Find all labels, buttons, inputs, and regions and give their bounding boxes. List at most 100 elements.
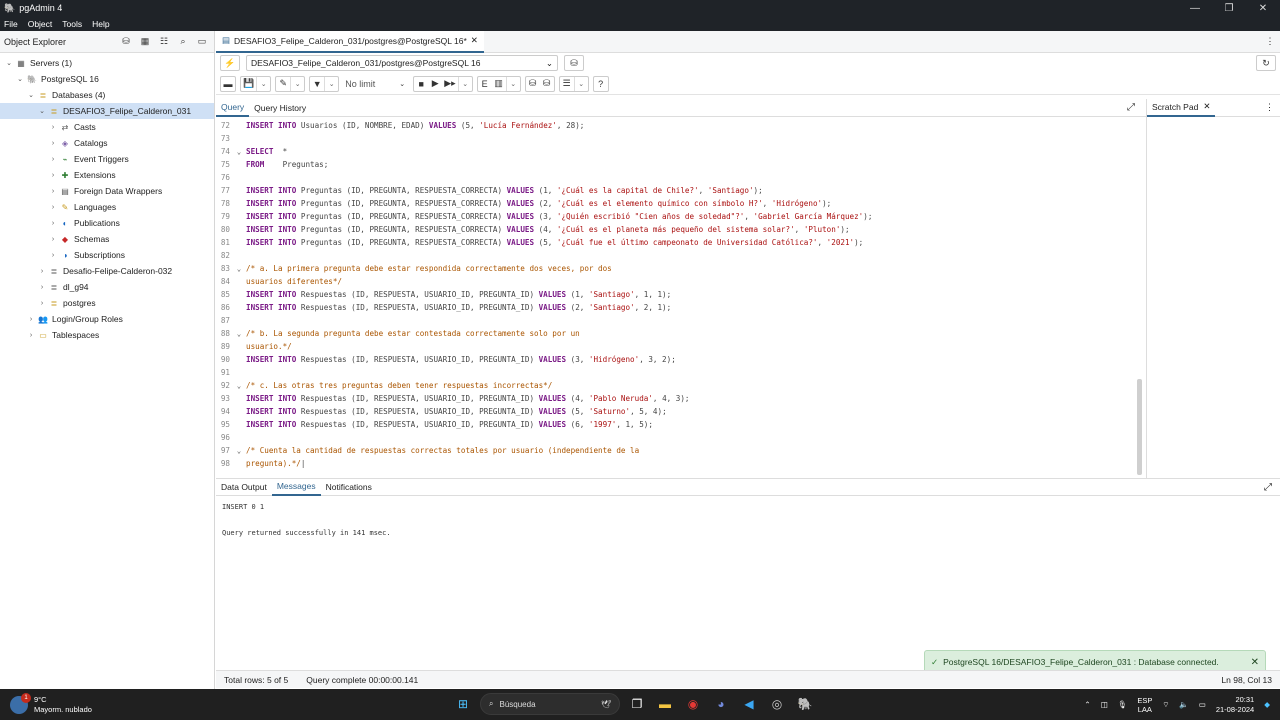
chevron-right-icon[interactable]: › [48,156,58,163]
explain-menu-chevron-icon[interactable]: ⌄ [505,76,520,91]
commit-icon[interactable]: ⛁ [526,77,540,91]
database-icon[interactable]: ⛁ [118,35,134,49]
tree-node[interactable]: › ✎ Languages [0,199,214,215]
table-icon[interactable]: ▦ [137,35,153,49]
columns-icon[interactable]: ☷ [156,35,172,49]
tree-node[interactable]: › ⌁ Event Triggers [0,151,214,167]
connection-status-icon[interactable]: ⚡ [220,55,240,71]
tree-node[interactable]: › ≣ Desafio-Felipe-Calderon-032 [0,263,214,279]
menu-tools[interactable]: Tools [62,19,82,29]
tab-query[interactable]: Query [216,99,250,117]
open-file-icon[interactable]: ▬ [221,77,235,91]
query-tool-tab[interactable]: ▤ DESAFIO3_Felipe_Calderon_031/postgres@… [216,30,484,53]
discord-icon[interactable]: ◕ [710,693,732,715]
close-window-button[interactable]: ✕ [1246,3,1280,14]
macros-icon[interactable]: ☰ [560,77,574,91]
save-icon[interactable]: 💾 [241,77,256,91]
limit-select[interactable]: No limit ⌄ [343,75,410,92]
menu-file[interactable]: File [4,19,18,29]
chrome-icon[interactable]: ◎ [766,693,788,715]
explain-icon[interactable]: E [478,77,492,91]
more-options-icon[interactable]: ⋮ [1260,36,1280,47]
filter-icon[interactable]: ▼ [310,77,324,91]
app-red-icon[interactable]: ◉ [682,693,704,715]
chevron-down-icon[interactable]: ⌄ [26,91,36,99]
search-icon[interactable]: ⌕ [175,35,191,49]
tree-node[interactable]: ⌄ 🐘 PostgreSQL 16 [0,71,214,87]
fold-toggle-icon[interactable]: ⌄ [232,330,246,338]
tree-node[interactable]: › ◈ Catalogs [0,135,214,151]
sql-editor[interactable]: 72 INSERT INTO Usuarios (ID, NOMBRE, EDAD… [216,119,1146,487]
tree-node[interactable]: › ◐ Publications [0,215,214,231]
vscode-icon[interactable]: ◀ [738,693,760,715]
copilot-icon[interactable]: ◆ [1264,700,1270,709]
chevron-right-icon[interactable]: › [26,332,36,339]
language-indicator[interactable]: ESP LAA [1137,696,1152,714]
tree-node[interactable]: › 👥 Login/Group Roles [0,311,214,327]
fold-toggle-icon[interactable]: ⌄ [232,265,246,273]
tree-node[interactable]: › ≣ postgres [0,295,214,311]
windows-start-icon[interactable]: ⊞ [452,693,474,715]
task-view-icon[interactable]: ❐ [626,693,648,715]
expand-editor-icon[interactable]: ⤢ [1124,102,1138,116]
chevron-right-icon[interactable]: › [48,172,58,179]
filter-menu-chevron-icon[interactable]: ⌄ [324,76,338,91]
tree-node[interactable]: › ⇄ Casts [0,119,214,135]
menu-object[interactable]: Object [28,19,53,29]
tab-messages[interactable]: Messages [271,478,321,496]
stop-icon[interactable]: ■ [414,77,428,91]
tree-node[interactable]: › ▤ Foreign Data Wrappers [0,183,214,199]
chevron-right-icon[interactable]: › [48,252,58,259]
menu-help[interactable]: Help [92,19,109,29]
clock[interactable]: 20:31 21-08-2024 [1216,695,1254,715]
refresh-icon[interactable]: ↻ [1256,55,1276,71]
close-icon[interactable]: ✕ [471,35,478,46]
tree-node[interactable]: › ◆ Schemas [0,231,214,247]
tree-node[interactable]: › ≣ dl_g94 [0,279,214,295]
help-icon[interactable]: ? [594,77,608,91]
maximize-button[interactable]: ❐ [1212,3,1246,14]
editor-scrollbar[interactable] [1137,379,1142,475]
connection-select[interactable]: DESAFIO3_Felipe_Calderon_031/postgres@Po… [246,55,558,71]
chevron-right-icon[interactable]: › [37,300,47,307]
network-icon[interactable]: ◫ [1101,700,1108,709]
tree-node[interactable]: ⌄ ≣ DESAFIO3_Felipe_Calderon_031 [0,103,214,119]
tree-node[interactable]: › ▭ Tablespaces [0,327,214,343]
chevron-right-icon[interactable]: › [48,236,58,243]
file-explorer-icon[interactable]: ▬ [654,693,676,715]
tab-query-history[interactable]: Query History [249,99,311,117]
chevron-right-icon[interactable]: › [48,140,58,147]
wifi-icon[interactable]: ⌔ [1162,700,1169,710]
chevron-up-icon[interactable]: ⌃ [1084,700,1090,709]
chevron-down-icon[interactable]: ⌄ [4,59,14,67]
chevron-right-icon[interactable]: › [26,316,36,323]
edit-menu-chevron-icon[interactable]: ⌄ [290,76,304,91]
minimize-button[interactable]: — [1178,3,1212,14]
save-menu-chevron-icon[interactable]: ⌄ [256,76,270,91]
terminal-icon[interactable]: ▭ [194,35,210,49]
tree-node[interactable]: › ◑ Subscriptions [0,247,214,263]
chevron-right-icon[interactable]: › [48,188,58,195]
fold-toggle-icon[interactable]: ⌄ [232,148,246,156]
chevron-right-icon[interactable]: › [48,204,58,211]
volume-icon[interactable]: 🔈 [1179,700,1188,709]
chevron-down-icon[interactable]: ⌄ [37,107,47,115]
tree-node[interactable]: ⌄ ▦ Servers (1) [0,55,214,71]
tree-node[interactable]: ⌄ ≣ Databases (4) [0,87,214,103]
chevron-down-icon[interactable]: ⌄ [15,75,25,83]
explain-analyze-icon[interactable]: ▥ [492,77,506,91]
chevron-right-icon[interactable]: › [48,124,58,131]
chevron-right-icon[interactable]: › [48,220,58,227]
rollback-icon[interactable]: ⛁ [540,77,554,91]
tab-data-output[interactable]: Data Output [216,478,272,496]
execute-icon[interactable]: ▶ [428,77,442,91]
chevron-right-icon[interactable]: › [37,284,47,291]
taskbar-search[interactable]: ⌕ Búsqueda 🕊 [480,693,620,715]
fold-toggle-icon[interactable]: ⌄ [232,447,246,455]
execute-options-icon[interactable]: ▶▸ [442,77,457,91]
expand-output-icon[interactable]: ⤢ [1264,482,1280,493]
battery-icon[interactable]: ▭ [1199,700,1206,709]
pgadmin-taskbar-icon[interactable]: 🐘 [794,693,816,715]
close-icon[interactable]: ✕ [1251,657,1259,668]
microphone-icon[interactable]: 🎙 [1118,700,1128,709]
